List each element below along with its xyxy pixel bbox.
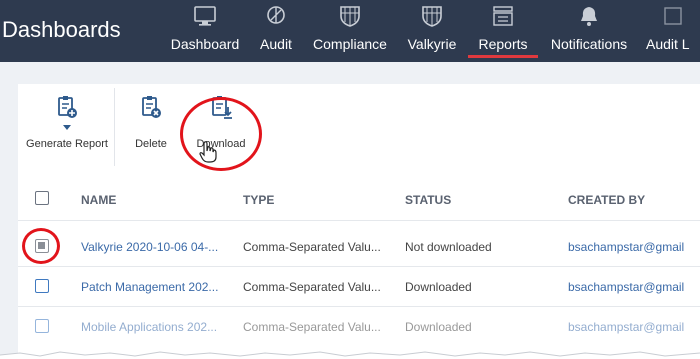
report-created-by: bsachampstar@gmail <box>568 320 685 334</box>
report-name-link[interactable]: Mobile Applications 202... <box>81 320 217 334</box>
nav-audit-log[interactable]: Audit L <box>646 0 700 62</box>
nav-valkyrie[interactable]: Valkyrie <box>404 0 460 62</box>
compliance-icon <box>340 6 360 27</box>
delete-label: Delete <box>135 138 167 150</box>
top-nav-bar: Dashboards Dashboard Audit Compliance Va… <box>0 0 700 62</box>
column-header-type[interactable]: TYPE <box>243 193 274 207</box>
nav-compliance[interactable]: Compliance <box>311 0 389 62</box>
report-status: Not downloaded <box>405 240 492 254</box>
monitor-icon <box>194 6 216 26</box>
report-name-link[interactable]: Patch Management 202... <box>81 280 218 294</box>
delete-report-icon <box>142 96 161 118</box>
nav-reports-label: Reports <box>478 36 528 52</box>
report-created-by: bsachampstar@gmail <box>568 280 685 294</box>
select-all-checkbox[interactable] <box>35 191 49 205</box>
column-header-status[interactable]: STATUS <box>405 193 451 207</box>
active-tab-indicator <box>468 55 538 58</box>
table-row[interactable]: Mobile Applications 202... Comma-Separat… <box>18 307 700 347</box>
table-row[interactable]: Valkyrie 2020-10-06 04-... Comma-Separat… <box>18 227 700 267</box>
row-checkbox[interactable] <box>35 319 49 333</box>
nav-notifications[interactable]: Notifications <box>545 0 633 62</box>
report-name-link[interactable]: Valkyrie 2020-10-06 04-... <box>81 240 218 254</box>
report-type: Comma-Separated Valu... <box>243 280 381 294</box>
generate-report-icon <box>58 96 77 118</box>
nav-reports[interactable]: Reports <box>468 0 538 62</box>
report-created-by: bsachampstar@gmail <box>568 240 685 254</box>
report-type: Comma-Separated Valu... <box>243 320 381 334</box>
nav-audit[interactable]: Audit <box>256 0 296 62</box>
nav-valkyrie-label: Valkyrie <box>407 36 457 52</box>
checkbox-check-mark <box>38 242 45 249</box>
row-checkbox[interactable] <box>35 239 49 253</box>
table-header: NAME TYPE STATUS CREATED BY <box>18 175 700 221</box>
report-status: Downloaded <box>405 280 472 294</box>
column-header-created-by[interactable]: CREATED BY <box>568 193 645 207</box>
report-status: Downloaded <box>405 320 472 334</box>
nav-dashboard[interactable]: Dashboard <box>170 0 240 62</box>
download-highlight-circle <box>180 97 262 171</box>
row-checkbox[interactable] <box>35 279 49 293</box>
app-title: Dashboards <box>2 17 121 42</box>
chevron-down-icon <box>63 125 71 130</box>
audit-log-icon <box>664 7 682 25</box>
report-type: Comma-Separated Valu... <box>243 240 381 254</box>
nav-notifications-label: Notifications <box>550 36 628 52</box>
torn-edge-decoration <box>0 351 700 359</box>
reports-icon <box>493 6 513 26</box>
nav-dashboard-label: Dashboard <box>170 36 240 52</box>
audit-icon <box>267 6 285 24</box>
generate-report-label: Generate Report <box>26 138 108 150</box>
nav-audit-label: Audit <box>260 36 292 52</box>
nav-audit-log-label: Audit L <box>646 36 690 52</box>
valkyrie-icon <box>422 6 442 27</box>
generate-report-button[interactable]: Generate Report <box>24 95 110 155</box>
column-header-name[interactable]: NAME <box>81 193 116 207</box>
bell-icon <box>581 7 597 26</box>
nav-compliance-label: Compliance <box>313 36 387 52</box>
toolbar-divider <box>114 88 115 166</box>
delete-button[interactable]: Delete <box>128 95 174 155</box>
table-row[interactable]: Patch Management 202... Comma-Separated … <box>18 267 700 307</box>
